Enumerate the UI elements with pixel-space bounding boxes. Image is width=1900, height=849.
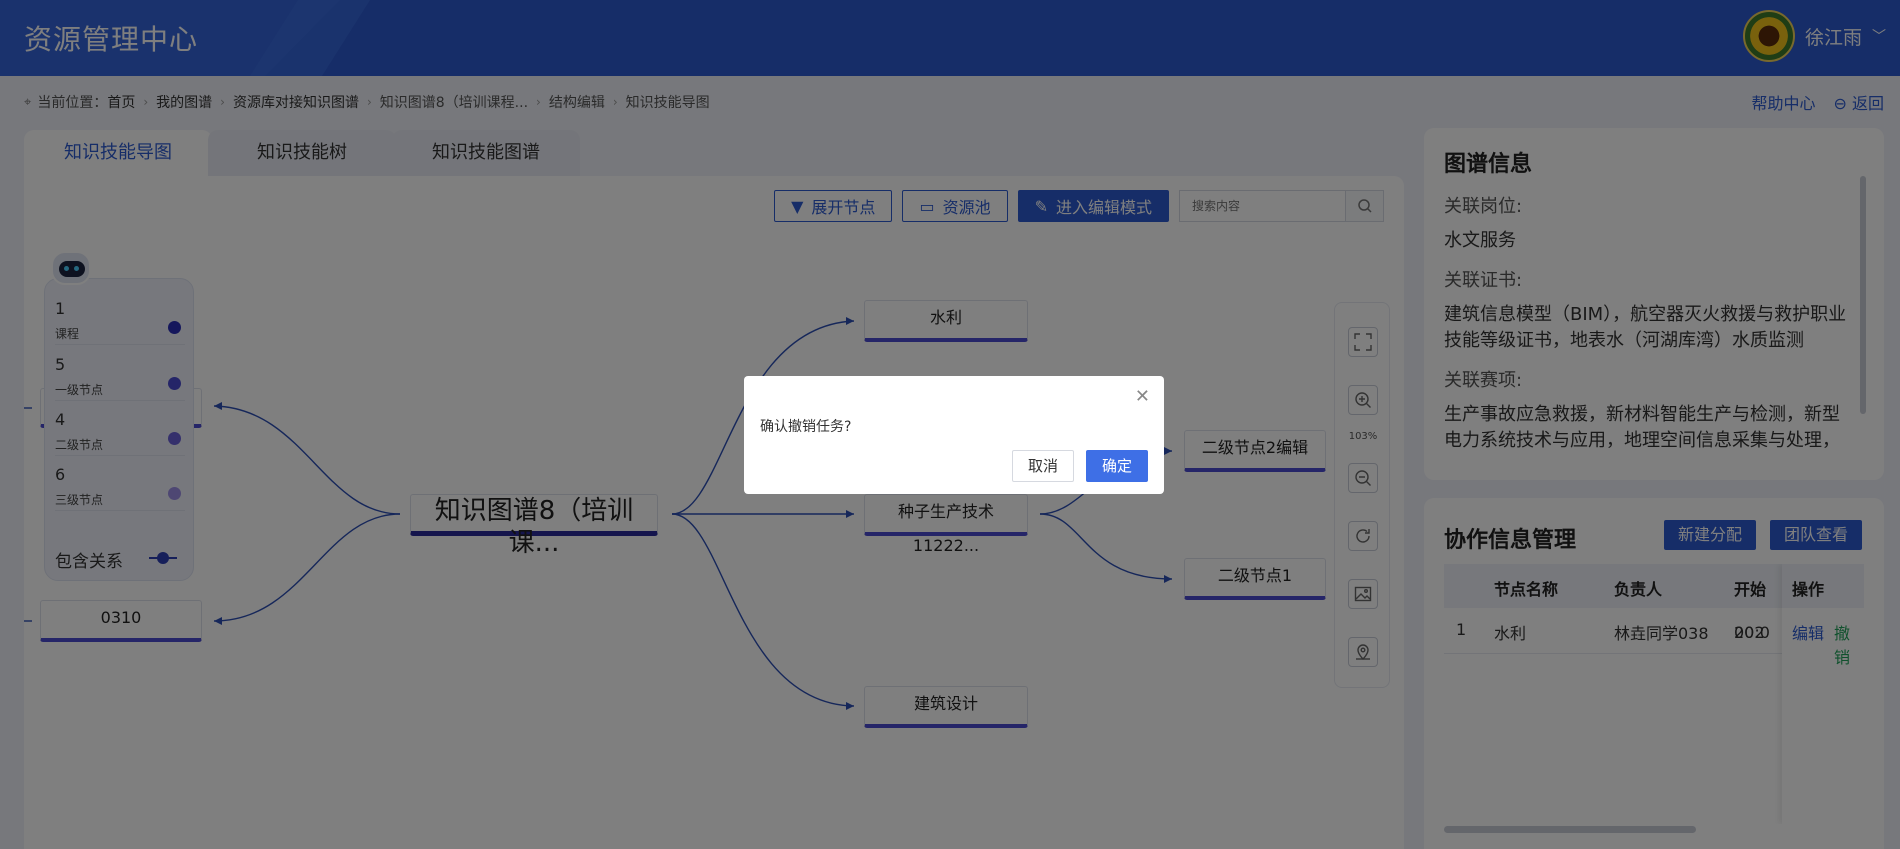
- dialog-message: 确认撤销任务?: [760, 419, 852, 435]
- confirm-button[interactable]: 确定: [1085, 450, 1148, 482]
- confirm-dialog: ✕ 确认撤销任务? 取消 确定: [744, 376, 1164, 494]
- dialog-buttons: 取消 确定: [1011, 450, 1148, 482]
- cancel-button[interactable]: 取消: [1011, 450, 1074, 482]
- close-icon[interactable]: ✕: [1135, 386, 1150, 407]
